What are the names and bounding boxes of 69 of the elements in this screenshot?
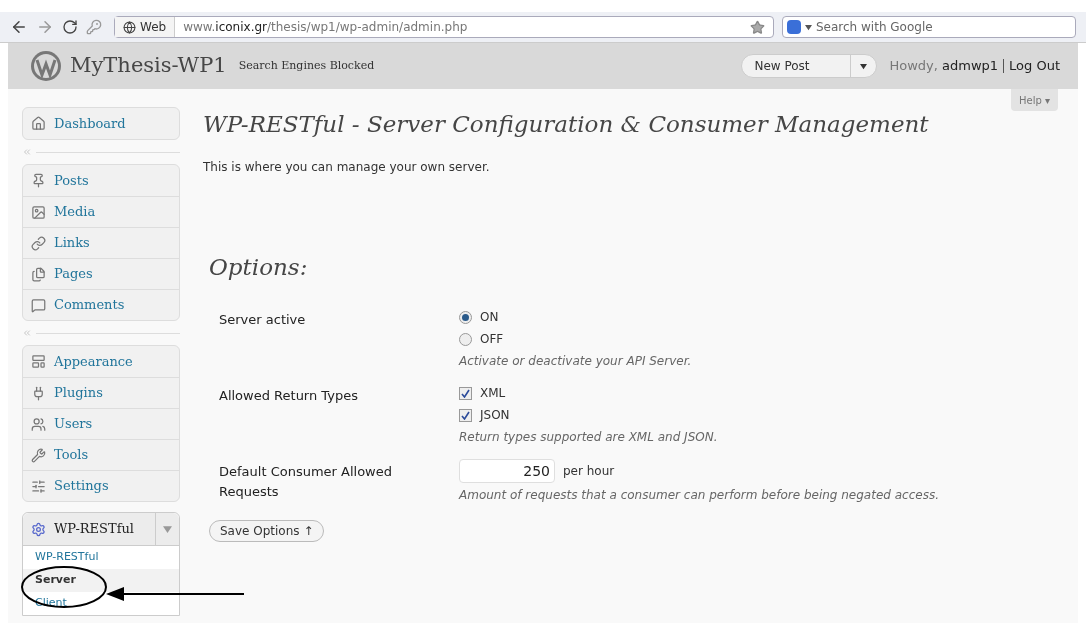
plugin-menu-header[interactable]: WP-RESTful bbox=[23, 513, 179, 546]
globe-icon bbox=[123, 20, 136, 34]
number-input[interactable]: 250 bbox=[459, 459, 555, 483]
menu-item[interactable]: Posts bbox=[23, 165, 179, 196]
caret-icon bbox=[163, 524, 172, 534]
page-title: WP-RESTful - Server Configuration & Consumer Management bbox=[203, 110, 930, 139]
sliders-icon bbox=[31, 478, 46, 494]
field-hint: Amount of requests that a consumer can perform before being negated access. bbox=[459, 487, 939, 504]
greeting-text: Howdy, admwp1 bbox=[889, 57, 999, 76]
help-button[interactable]: Help ▾ bbox=[1011, 89, 1058, 111]
gear-icon bbox=[31, 521, 46, 537]
pin-icon bbox=[31, 173, 46, 188]
search-placeholder: Search with Google bbox=[816, 19, 933, 36]
menu-item[interactable]: Appearance bbox=[23, 346, 179, 377]
option-label: OFF bbox=[480, 331, 504, 348]
intro-text: This is where you can manage your own server. bbox=[203, 158, 491, 176]
menu-item[interactable]: Dashboard bbox=[23, 108, 179, 139]
site-label: Web bbox=[140, 19, 167, 36]
key-icon[interactable] bbox=[86, 19, 102, 35]
option-label: JSON bbox=[480, 407, 510, 424]
submenu-item[interactable]: Server bbox=[23, 569, 179, 592]
menu-item[interactable]: Tools bbox=[23, 439, 179, 470]
new-post-dropdown[interactable]: New Post bbox=[741, 54, 878, 78]
star-icon[interactable] bbox=[750, 19, 765, 35]
section-heading: Options: bbox=[209, 252, 309, 282]
field-label: Server active bbox=[219, 311, 307, 329]
submenu-item[interactable]: Client bbox=[23, 592, 179, 615]
logout-link[interactable]: Log Out bbox=[1003, 59, 1060, 73]
notice-text: Search Engines Blocked bbox=[238, 57, 375, 74]
menu-item[interactable]: Users bbox=[23, 408, 179, 439]
image-icon bbox=[31, 204, 46, 220]
radio-button[interactable] bbox=[459, 332, 472, 346]
house-icon bbox=[31, 116, 46, 131]
link-icon bbox=[31, 235, 46, 251]
menu-item[interactable]: Settings bbox=[23, 470, 179, 501]
menu-item[interactable]: Links bbox=[23, 227, 179, 258]
address-bar[interactable]: Web www.iconix.gr/thesis/wp1/wp-admin/admin.php bbox=[114, 16, 774, 38]
layout-icon bbox=[31, 354, 46, 369]
plug-icon bbox=[31, 385, 46, 401]
forward-icon[interactable] bbox=[36, 18, 54, 36]
site-title[interactable]: MyThesis-WP1 bbox=[70, 50, 227, 82]
menu-item[interactable]: Media bbox=[23, 196, 179, 227]
field-hint: Activate or deactivate your API Server. bbox=[459, 353, 692, 370]
caret-icon bbox=[860, 62, 868, 70]
save-options-button[interactable]: Save Options ↑ bbox=[209, 520, 325, 542]
tools-icon bbox=[31, 447, 46, 463]
option-label: XML bbox=[480, 385, 506, 402]
radio-button[interactable] bbox=[459, 310, 472, 324]
speech-bubble-icon bbox=[31, 297, 46, 313]
menu-item[interactable]: Pages bbox=[23, 258, 179, 289]
reload-icon[interactable] bbox=[62, 19, 78, 35]
option-label: ON bbox=[480, 309, 499, 326]
back-icon[interactable] bbox=[10, 18, 28, 36]
checkbox[interactable] bbox=[459, 386, 472, 400]
menu-item[interactable]: Plugins bbox=[23, 377, 179, 408]
submenu-item[interactable]: WP-RESTful bbox=[23, 546, 179, 569]
field-label: Default Consumer Allowed Requests bbox=[219, 463, 393, 501]
field-hint: Return types supported are XML and JSON. bbox=[459, 429, 718, 446]
field-label: Allowed Return Types bbox=[219, 387, 359, 405]
unit-label: per hour bbox=[563, 463, 615, 480]
url-text: www.iconix.gr/thesis/wp1/wp-admin/admin.php bbox=[183, 19, 468, 36]
caret-icon bbox=[805, 23, 812, 31]
search-field[interactable]: Search with Google bbox=[782, 16, 1076, 38]
checkbox[interactable] bbox=[459, 408, 472, 422]
users-icon bbox=[31, 416, 46, 432]
menu-item[interactable]: Comments bbox=[23, 289, 179, 320]
google-icon bbox=[787, 20, 801, 34]
wordpress-logo bbox=[30, 50, 62, 82]
pages-icon bbox=[31, 266, 46, 282]
